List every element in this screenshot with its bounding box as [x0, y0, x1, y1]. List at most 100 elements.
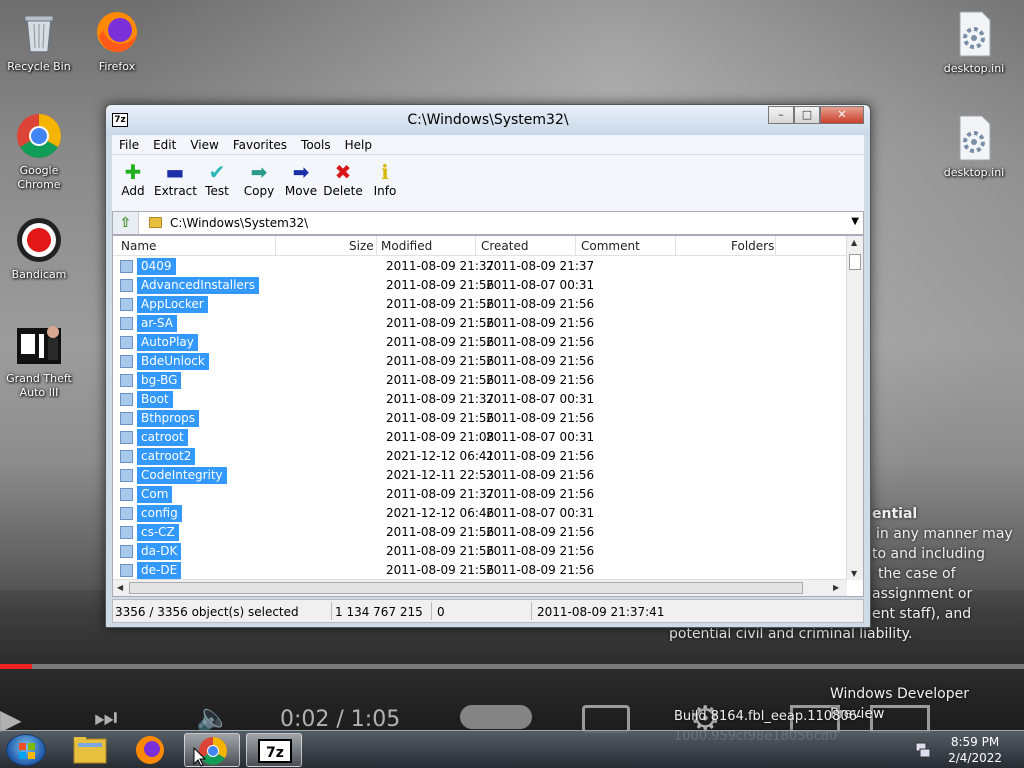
- menu-edit[interactable]: Edit: [146, 135, 183, 154]
- column-divider[interactable]: [275, 236, 276, 256]
- toolbar-move-button[interactable]: ➡ Move: [280, 155, 322, 211]
- menu-help[interactable]: Help: [338, 135, 379, 154]
- scroll-thumb[interactable]: [849, 254, 861, 270]
- scroll-down-icon[interactable]: ▼: [851, 569, 857, 578]
- toolbar-extract-button[interactable]: ▬ Extract: [154, 155, 197, 211]
- status-divider: [331, 602, 332, 620]
- toolbar-add-button[interactable]: ✚ Add: [112, 155, 154, 211]
- row-name[interactable]: cs-CZ: [137, 524, 179, 541]
- desktop-icon-gta3[interactable]: Grand Theft Auto III: [0, 320, 78, 400]
- menu-view[interactable]: View: [183, 135, 225, 154]
- table-row[interactable]: catroot2 2021-12-12 06:41 2011-08-09 21:56: [113, 447, 847, 466]
- menu-favorites[interactable]: Favorites: [226, 135, 294, 154]
- tray-clock[interactable]: 8:59 PM 2/4/2022: [948, 734, 1002, 766]
- minimize-button[interactable]: –: [768, 106, 794, 124]
- taskbar-firefox-button[interactable]: [122, 733, 178, 767]
- table-row[interactable]: AppLocker 2011-08-09 21:56 2011-08-09 21:5…: [113, 295, 847, 314]
- column-header-size[interactable]: Size: [349, 239, 374, 253]
- row-name[interactable]: 0409: [137, 258, 176, 275]
- address-path[interactable]: C:\Windows\System32\: [170, 216, 308, 230]
- scroll-left-icon[interactable]: ◀: [117, 583, 123, 592]
- folder-icon: [149, 217, 162, 228]
- desktop-icon-recycle-bin[interactable]: Recycle Bin: [0, 8, 78, 74]
- status-size: 1 134 767 215: [335, 605, 423, 619]
- row-name[interactable]: ar-SA: [137, 315, 177, 332]
- row-name[interactable]: bg-BG: [137, 372, 182, 389]
- desktop-icon-bandicam[interactable]: Bandicam: [0, 216, 78, 282]
- scroll-right-icon[interactable]: ▶: [833, 583, 839, 592]
- vertical-scrollbar[interactable]: ▲ ▼: [846, 236, 863, 580]
- table-row[interactable]: AdvancedInstallers 2011-08-09 21:56 2011-0…: [113, 276, 847, 295]
- captions-icon[interactable]: [582, 705, 630, 733]
- column-header-folders[interactable]: Folders: [731, 239, 774, 253]
- row-name[interactable]: Com: [137, 486, 173, 503]
- file-list[interactable]: Name Size Modified Created Comment Folde…: [112, 235, 864, 597]
- row-name[interactable]: AdvancedInstallers: [137, 277, 259, 294]
- table-row[interactable]: de-DE 2011-08-09 21:56 2011-08-09 21:56: [113, 561, 847, 580]
- row-name[interactable]: Bthprops: [137, 410, 200, 427]
- desktop-icon-desktop-ini-2[interactable]: desktop.ini: [935, 114, 1013, 180]
- video-progress-track[interactable]: [0, 664, 1024, 669]
- row-name[interactable]: Boot: [137, 391, 173, 408]
- row-name[interactable]: CodeIntegrity: [137, 467, 227, 484]
- scroll-thumb[interactable]: [129, 582, 803, 594]
- toolbar-test-button[interactable]: ✔ Test: [196, 155, 238, 211]
- row-name[interactable]: de-DE: [137, 562, 182, 579]
- table-row[interactable]: AutoPlay 2011-08-09 21:56 2011-08-09 21:56: [113, 333, 847, 352]
- column-divider[interactable]: [376, 236, 377, 256]
- autoplay-toggle[interactable]: [460, 705, 532, 729]
- address-bar[interactable]: ⇧ C:\Windows\System32\ ▼: [112, 211, 864, 235]
- network-icon[interactable]: [914, 741, 932, 759]
- window-titlebar[interactable]: 7z C:\Windows\System32\ – □ ✕: [106, 105, 870, 135]
- maximize-button[interactable]: □: [794, 106, 820, 124]
- table-row[interactable]: bg-BG 2011-08-09 21:56 2011-08-09 21:56: [113, 371, 847, 390]
- menu-file[interactable]: File: [112, 135, 146, 154]
- row-name[interactable]: da-DK: [137, 543, 182, 560]
- column-divider[interactable]: [575, 236, 576, 256]
- row-modified: 2021-12-12 06:41: [386, 449, 495, 463]
- table-row[interactable]: cs-CZ 2011-08-09 21:56 2011-08-09 21:56: [113, 523, 847, 542]
- column-divider[interactable]: [675, 236, 676, 256]
- taskbar-chrome-button[interactable]: [184, 733, 240, 767]
- close-button[interactable]: ✕: [820, 106, 864, 124]
- row-name[interactable]: catroot2: [137, 448, 196, 465]
- table-row[interactable]: catroot 2011-08-09 21:08 2011-08-07 00:31: [113, 428, 847, 447]
- row-name[interactable]: AutoPlay: [137, 334, 198, 351]
- desktop-icon-desktop-ini-1[interactable]: desktop.ini: [935, 10, 1013, 76]
- table-row[interactable]: da-DK 2011-08-09 21:56 2011-08-09 21:56: [113, 542, 847, 561]
- toolbar-info-button[interactable]: ℹ Info: [364, 155, 406, 211]
- chevron-down-icon[interactable]: ▼: [851, 216, 859, 227]
- table-row[interactable]: config 2021-12-12 06:46 2011-08-07 00:31: [113, 504, 847, 523]
- desktop-icon-google-chrome[interactable]: Google Chrome: [0, 112, 78, 192]
- row-name[interactable]: catroot: [137, 429, 188, 446]
- column-header-comment[interactable]: Comment: [581, 239, 640, 253]
- scroll-up-icon[interactable]: ▲: [851, 238, 857, 247]
- row-name[interactable]: config: [137, 505, 182, 522]
- toolbar-delete-button[interactable]: ✖ Delete: [322, 155, 364, 211]
- table-row[interactable]: BdeUnlock 2011-08-09 21:56 2011-08-09 21:5…: [113, 352, 847, 371]
- row-created: 2011-08-09 21:56: [486, 468, 595, 482]
- column-header-name[interactable]: Name: [121, 239, 156, 253]
- column-divider[interactable]: [775, 236, 776, 256]
- table-row[interactable]: CodeIntegrity 2021-12-11 22:53 2011-08-09 …: [113, 466, 847, 485]
- table-row[interactable]: Boot 2011-08-09 21:37 2011-08-07 00:31: [113, 390, 847, 409]
- start-button[interactable]: [6, 734, 46, 766]
- table-row[interactable]: 0409 2011-08-09 21:37 2011-08-09 21:37: [113, 257, 847, 276]
- table-row[interactable]: ar-SA 2011-08-09 21:56 2011-08-09 21:56: [113, 314, 847, 333]
- column-header-created[interactable]: Created: [481, 239, 529, 253]
- desktop-icon-firefox[interactable]: Firefox: [78, 8, 156, 74]
- menu-tools[interactable]: Tools: [294, 135, 338, 154]
- taskbar-explorer-button[interactable]: [62, 733, 118, 767]
- column-divider[interactable]: [475, 236, 476, 256]
- row-created: 2011-08-07 00:31: [486, 506, 595, 520]
- horizontal-scrollbar[interactable]: ◀ ▶: [113, 579, 847, 596]
- up-folder-button[interactable]: ⇧: [113, 212, 139, 234]
- row-name[interactable]: BdeUnlock: [137, 353, 209, 370]
- toolbar-copy-button[interactable]: ➡ Copy: [238, 155, 280, 211]
- table-row[interactable]: Com 2011-08-09 21:37 2011-08-09 21:56: [113, 485, 847, 504]
- taskbar-7zip-button[interactable]: 7z: [246, 733, 302, 767]
- status-packed: 0: [437, 605, 445, 619]
- column-header-modified[interactable]: Modified: [381, 239, 432, 253]
- row-name[interactable]: AppLocker: [137, 296, 208, 313]
- table-row[interactable]: Bthprops 2011-08-09 21:56 2011-08-09 21:56: [113, 409, 847, 428]
